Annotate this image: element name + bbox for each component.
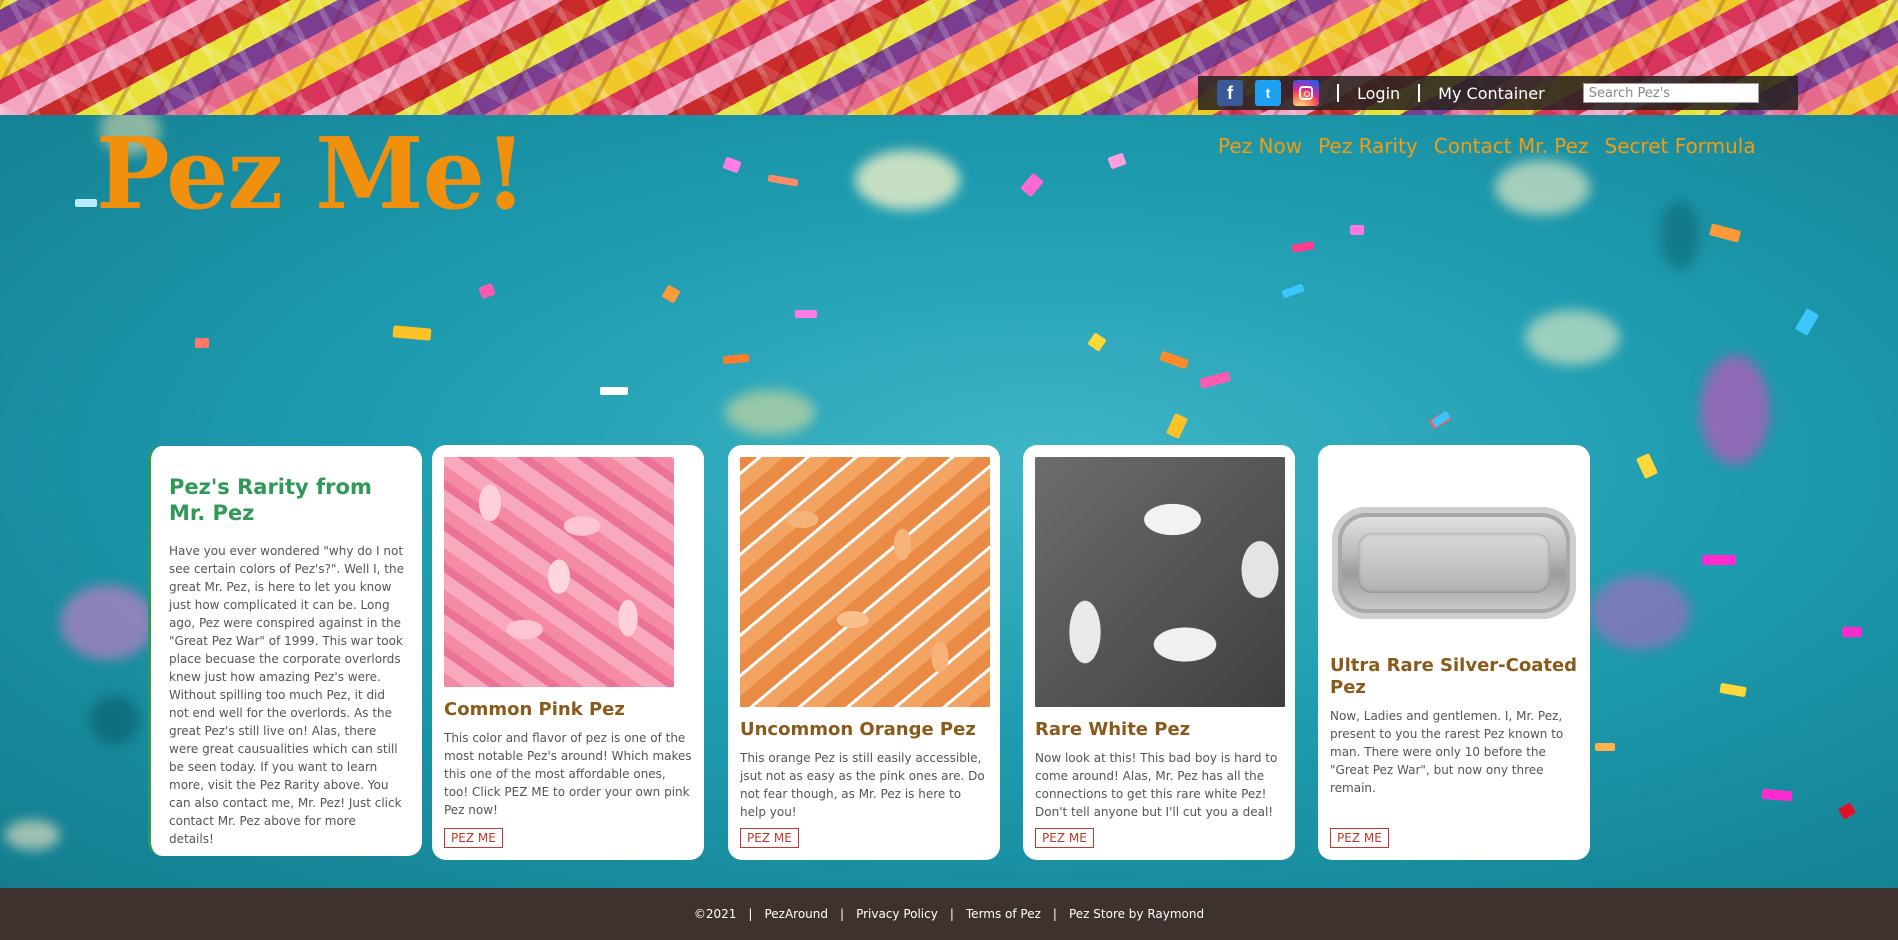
confetti — [1837, 802, 1857, 820]
confetti — [1794, 308, 1820, 336]
site-title: Pez Me! — [96, 117, 527, 232]
bokeh-dark — [90, 695, 140, 745]
footer-separator: | — [1052, 907, 1057, 921]
intro-body: Have you ever wondered "why do I not see… — [169, 544, 405, 846]
confetti — [478, 282, 496, 300]
footer: ©2021 | PezAround | Privacy Policy | Ter… — [0, 888, 1898, 940]
confetti — [1350, 225, 1364, 235]
main-nav: Pez Now Pez Rarity Contact Mr. Pez Secre… — [1218, 134, 1756, 158]
confetti — [1087, 332, 1107, 352]
twitter-icon[interactable]: t — [1255, 80, 1281, 106]
bokeh-light — [855, 150, 960, 210]
divider — [1337, 84, 1339, 102]
product-card-orange: Uncommon Orange Pez This orange Pez is s… — [728, 445, 1000, 860]
confetti — [795, 310, 817, 318]
twitter-glyph: t — [1265, 85, 1271, 101]
intro-title: Pez's Rarity from Mr. Pez — [169, 475, 372, 525]
bokeh-light — [1495, 160, 1590, 215]
intro-card: Pez's Rarity from Mr. Pez Have you ever … — [148, 446, 422, 856]
confetti — [1281, 283, 1305, 299]
product-card-silver: Ultra Rare Silver-Coated Pez Now, Ladies… — [1318, 445, 1590, 860]
instagram-icon[interactable] — [1293, 80, 1319, 106]
confetti — [722, 353, 750, 365]
confetti — [75, 199, 97, 207]
confetti — [1199, 371, 1231, 389]
white-pez-image — [1035, 457, 1285, 707]
product-card-pink: Common Pink Pez This color and flavor of… — [432, 445, 704, 860]
confetti — [1020, 172, 1044, 198]
confetti — [661, 284, 681, 304]
search-input[interactable] — [1582, 83, 1759, 103]
silver-pez-image — [1330, 457, 1578, 647]
confetti — [1595, 743, 1615, 751]
confetti — [1761, 788, 1793, 802]
nav-pez-rarity[interactable]: Pez Rarity — [1318, 134, 1418, 158]
confetti — [722, 156, 742, 174]
facebook-glyph: f — [1227, 82, 1233, 103]
pez-me-button[interactable]: PEZ ME — [740, 828, 799, 848]
footer-copyright: ©2021 — [693, 907, 737, 921]
confetti — [767, 174, 799, 187]
footer-link-store[interactable]: Pez Store by Raymond — [1069, 907, 1204, 921]
facebook-icon[interactable]: f — [1217, 80, 1243, 106]
confetti — [1719, 682, 1747, 698]
pink-pez-image — [444, 457, 674, 687]
product-title: Common Pink Pez — [444, 699, 625, 720]
silver-bar-shape — [1332, 507, 1576, 619]
confetti — [1708, 223, 1742, 243]
pez-me-button[interactable]: PEZ ME — [1330, 828, 1389, 848]
bokeh-light — [60, 585, 155, 660]
pez-me-button[interactable]: PEZ ME — [1035, 828, 1094, 848]
product-title: Uncommon Orange Pez — [740, 719, 976, 740]
bokeh-light — [1590, 575, 1690, 650]
confetti — [1159, 350, 1189, 370]
nav-contact-mr-pez[interactable]: Contact Mr. Pez — [1434, 134, 1589, 158]
bokeh-dark — [1660, 200, 1700, 270]
footer-link-pezaround[interactable]: PezAround — [764, 907, 828, 921]
confetti — [600, 387, 628, 395]
bokeh-light — [725, 390, 815, 435]
nav-secret-formula[interactable]: Secret Formula — [1604, 134, 1755, 158]
instagram-camera-shape — [1299, 86, 1313, 100]
confetti — [392, 325, 432, 341]
footer-link-terms[interactable]: Terms of Pez — [966, 907, 1041, 921]
product-title: Ultra Rare Silver-Coated Pez — [1330, 655, 1578, 698]
bokeh-light — [1700, 355, 1770, 465]
confetti — [1842, 627, 1862, 637]
social-links: f t — [1217, 80, 1319, 106]
confetti — [1166, 413, 1188, 439]
footer-link-privacy[interactable]: Privacy Policy — [856, 907, 938, 921]
footer-separator: | — [840, 907, 845, 921]
silver-bar-inset — [1358, 533, 1550, 593]
orange-pez-image — [740, 457, 990, 707]
footer-separator: | — [748, 907, 753, 921]
product-description: This orange Pez is still easily accessib… — [740, 751, 985, 819]
nav-pez-now[interactable]: Pez Now — [1218, 134, 1302, 158]
product-description: This color and flavor of pez is one of t… — [444, 731, 692, 817]
product-title: Rare White Pez — [1035, 719, 1191, 740]
product-description: Now, Ladies and gentlemen. I, Mr. Pez, p… — [1330, 709, 1564, 795]
bokeh-light — [5, 820, 60, 850]
confetti — [1636, 453, 1658, 479]
my-container-link[interactable]: My Container — [1438, 84, 1545, 103]
footer-separator: | — [949, 907, 954, 921]
product-card-white: Rare White Pez Now look at this! This ba… — [1023, 445, 1295, 860]
product-description: Now look at this! This bad boy is hard t… — [1035, 751, 1278, 819]
confetti — [195, 338, 209, 348]
pez-me-button[interactable]: PEZ ME — [444, 828, 503, 848]
bokeh-light — [1525, 310, 1620, 365]
confetti — [1291, 241, 1315, 253]
confetti — [1702, 555, 1736, 565]
login-link[interactable]: Login — [1357, 84, 1400, 103]
top-utility-bar: f t Login My Container — [1198, 76, 1798, 110]
confetti — [1107, 152, 1127, 170]
divider — [1418, 84, 1421, 102]
